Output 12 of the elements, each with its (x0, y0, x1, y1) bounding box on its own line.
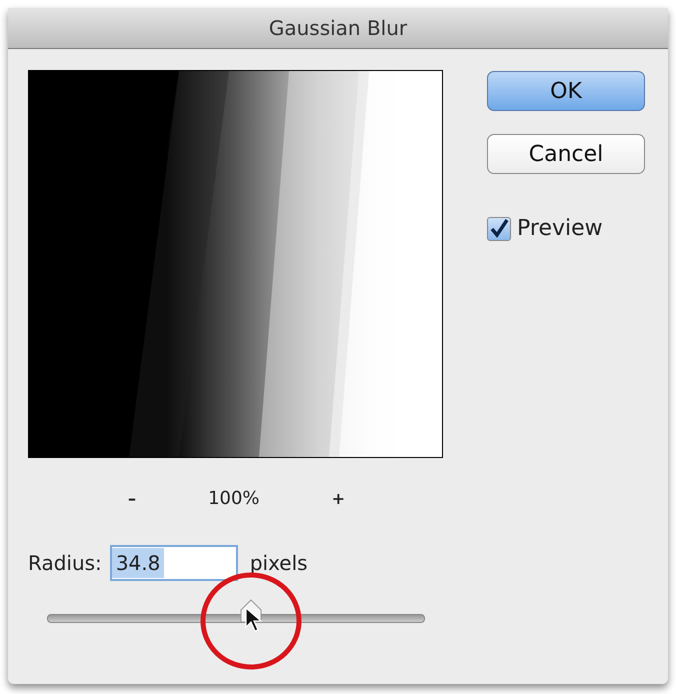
preview-checkbox[interactable] (487, 216, 511, 240)
zoom-in-button[interactable]: + (332, 489, 345, 508)
zoom-out-button[interactable]: – (128, 489, 136, 508)
mouse-pointer-icon (245, 607, 264, 633)
window-title: Gaussian Blur (268, 16, 408, 40)
cancel-button[interactable]: Cancel (487, 134, 645, 174)
preview-label: Preview (517, 216, 603, 241)
radius-field[interactable]: 34.8 (110, 545, 238, 581)
ok-button[interactable]: OK (487, 71, 645, 111)
zoom-level: 100% (208, 488, 260, 509)
unit-label: pixels (250, 551, 308, 575)
radius-label: Radius: (28, 551, 102, 575)
